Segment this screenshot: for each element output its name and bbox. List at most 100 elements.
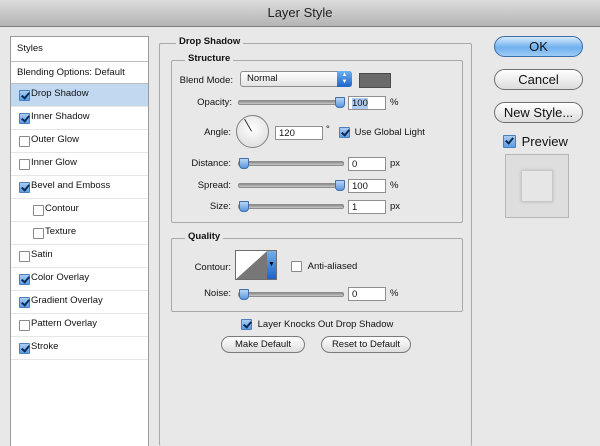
blending-options-item[interactable]: Blending Options: Default [11, 62, 148, 84]
use-global-light-label: Use Global Light [354, 127, 425, 138]
style-item-label: Satin [31, 249, 53, 260]
style-item-checkbox[interactable] [19, 251, 30, 262]
new-style-button[interactable]: New Style... [494, 102, 583, 123]
use-global-light-checkbox[interactable] [339, 127, 350, 138]
style-item-checkbox[interactable] [19, 113, 30, 124]
spread-slider-thumb[interactable] [335, 180, 345, 191]
style-item-checkbox[interactable] [19, 90, 30, 101]
contour-dropdown-icon[interactable]: ▼ [267, 251, 276, 279]
spread-unit: % [390, 180, 399, 191]
style-item-checkbox[interactable] [33, 228, 44, 239]
knocks-out-toggle[interactable]: Layer Knocks Out Drop Shadow [241, 319, 393, 330]
quality-group [171, 238, 463, 312]
opacity-field[interactable]: 100 [348, 96, 386, 110]
style-item-label: Color Overlay [31, 272, 90, 283]
style-item-checkbox[interactable] [19, 343, 30, 354]
contour-picker[interactable]: ▼ [235, 250, 277, 280]
structure-title: Structure [185, 53, 234, 64]
distance-field[interactable]: 0 [348, 157, 386, 171]
style-item-label: Gradient Overlay [31, 295, 103, 306]
style-item-label: Bevel and Emboss [31, 180, 111, 191]
blend-mode-label: Blend Mode: [179, 75, 233, 86]
spread-slider[interactable] [238, 180, 345, 191]
style-item-drop-shadow[interactable]: Drop Shadow [11, 84, 148, 107]
style-item-gradient-overlay[interactable]: Gradient Overlay [11, 291, 148, 314]
preview-shape [521, 170, 553, 202]
distance-slider[interactable] [238, 158, 344, 169]
style-item-inner-shadow[interactable]: Inner Shadow [11, 107, 148, 130]
style-item-inner-glow[interactable]: Inner Glow [11, 153, 148, 176]
reset-to-default-button[interactable]: Reset to Default [321, 336, 411, 353]
cancel-button[interactable]: Cancel [494, 69, 583, 90]
distance-unit: px [390, 158, 401, 169]
style-item-contour[interactable]: Contour [11, 199, 148, 222]
knocks-out-checkbox[interactable] [241, 319, 252, 330]
style-item-label: Drop Shadow [31, 88, 89, 99]
preview-label: Preview [521, 134, 568, 150]
make-default-button[interactable]: Make Default [221, 336, 305, 353]
style-item-color-overlay[interactable]: Color Overlay [11, 268, 148, 291]
preview-thumbnail [505, 154, 569, 218]
size-label: Size: [209, 201, 231, 212]
window-title: Layer Style [0, 0, 600, 27]
noise-unit: % [390, 288, 399, 299]
quality-title: Quality [185, 231, 224, 242]
style-item-checkbox[interactable] [19, 136, 30, 147]
style-item-bevel-and-emboss[interactable]: Bevel and Emboss [11, 176, 148, 199]
preview-checkbox[interactable] [503, 135, 516, 149]
style-item-checkbox[interactable] [19, 320, 30, 331]
angle-dial-hand [244, 118, 252, 132]
opacity-unit: % [390, 97, 399, 108]
size-field[interactable]: 1 [348, 200, 386, 214]
shadow-color-swatch[interactable] [359, 73, 391, 88]
size-slider[interactable] [238, 201, 344, 212]
opacity-label: Opacity: [197, 97, 232, 108]
angle-field[interactable]: 120 [275, 126, 323, 140]
style-list: Drop Shadow Inner Shadow Outer Glow Inner G… [11, 84, 148, 360]
noise-slider-thumb[interactable] [239, 289, 249, 300]
knocks-out-label: Layer Knocks Out Drop Shadow [257, 319, 394, 330]
style-item-label: Contour [45, 203, 79, 214]
size-slider-thumb[interactable] [239, 201, 249, 212]
distance-slider-thumb[interactable] [239, 158, 249, 169]
style-item-label: Outer Glow [31, 134, 80, 145]
angle-label: Angle: [204, 127, 231, 138]
noise-label: Noise: [204, 288, 231, 299]
anti-aliased-toggle[interactable]: Anti-aliased [291, 261, 357, 272]
styles-header[interactable]: Styles [11, 37, 148, 62]
spread-field[interactable]: 100 [348, 179, 386, 193]
style-item-texture[interactable]: Texture [11, 222, 148, 245]
style-item-pattern-overlay[interactable]: Pattern Overlay [11, 314, 148, 337]
size-unit: px [390, 201, 401, 212]
style-item-label: Inner Glow [31, 157, 77, 168]
blend-mode-value: Normal [247, 73, 278, 84]
style-item-checkbox[interactable] [19, 182, 30, 193]
angle-dial[interactable] [236, 115, 269, 148]
preview-toggle[interactable]: Preview [503, 133, 568, 149]
use-global-light-toggle[interactable]: Use Global Light [339, 127, 425, 138]
ok-button[interactable]: OK [494, 36, 583, 57]
style-item-checkbox[interactable] [19, 274, 30, 285]
drop-shadow-title: Drop Shadow [176, 36, 244, 47]
opacity-slider-thumb[interactable] [335, 97, 345, 108]
blend-mode-select[interactable]: Normal ▲ ▼ [240, 71, 352, 87]
style-item-checkbox[interactable] [19, 159, 30, 170]
contour-label: Contour: [194, 262, 231, 273]
angle-unit: ° [326, 124, 330, 135]
noise-slider[interactable] [238, 289, 344, 300]
noise-field[interactable]: 0 [348, 287, 386, 301]
style-item-stroke[interactable]: Stroke [11, 337, 148, 360]
style-item-checkbox[interactable] [33, 205, 44, 216]
style-item-checkbox[interactable] [19, 297, 30, 308]
style-item-label: Pattern Overlay [31, 318, 97, 329]
select-arrows-icon: ▲ ▼ [337, 71, 352, 87]
style-item-label: Stroke [31, 341, 59, 352]
anti-aliased-label: Anti-aliased [307, 261, 358, 272]
style-item-label: Inner Shadow [31, 111, 90, 122]
contour-curve-icon [236, 251, 267, 279]
styles-panel: Styles Blending Options: Default Drop Sh… [10, 36, 149, 446]
opacity-slider[interactable] [238, 97, 345, 108]
anti-aliased-checkbox[interactable] [291, 261, 302, 272]
style-item-outer-glow[interactable]: Outer Glow [11, 130, 148, 153]
style-item-satin[interactable]: Satin [11, 245, 148, 268]
